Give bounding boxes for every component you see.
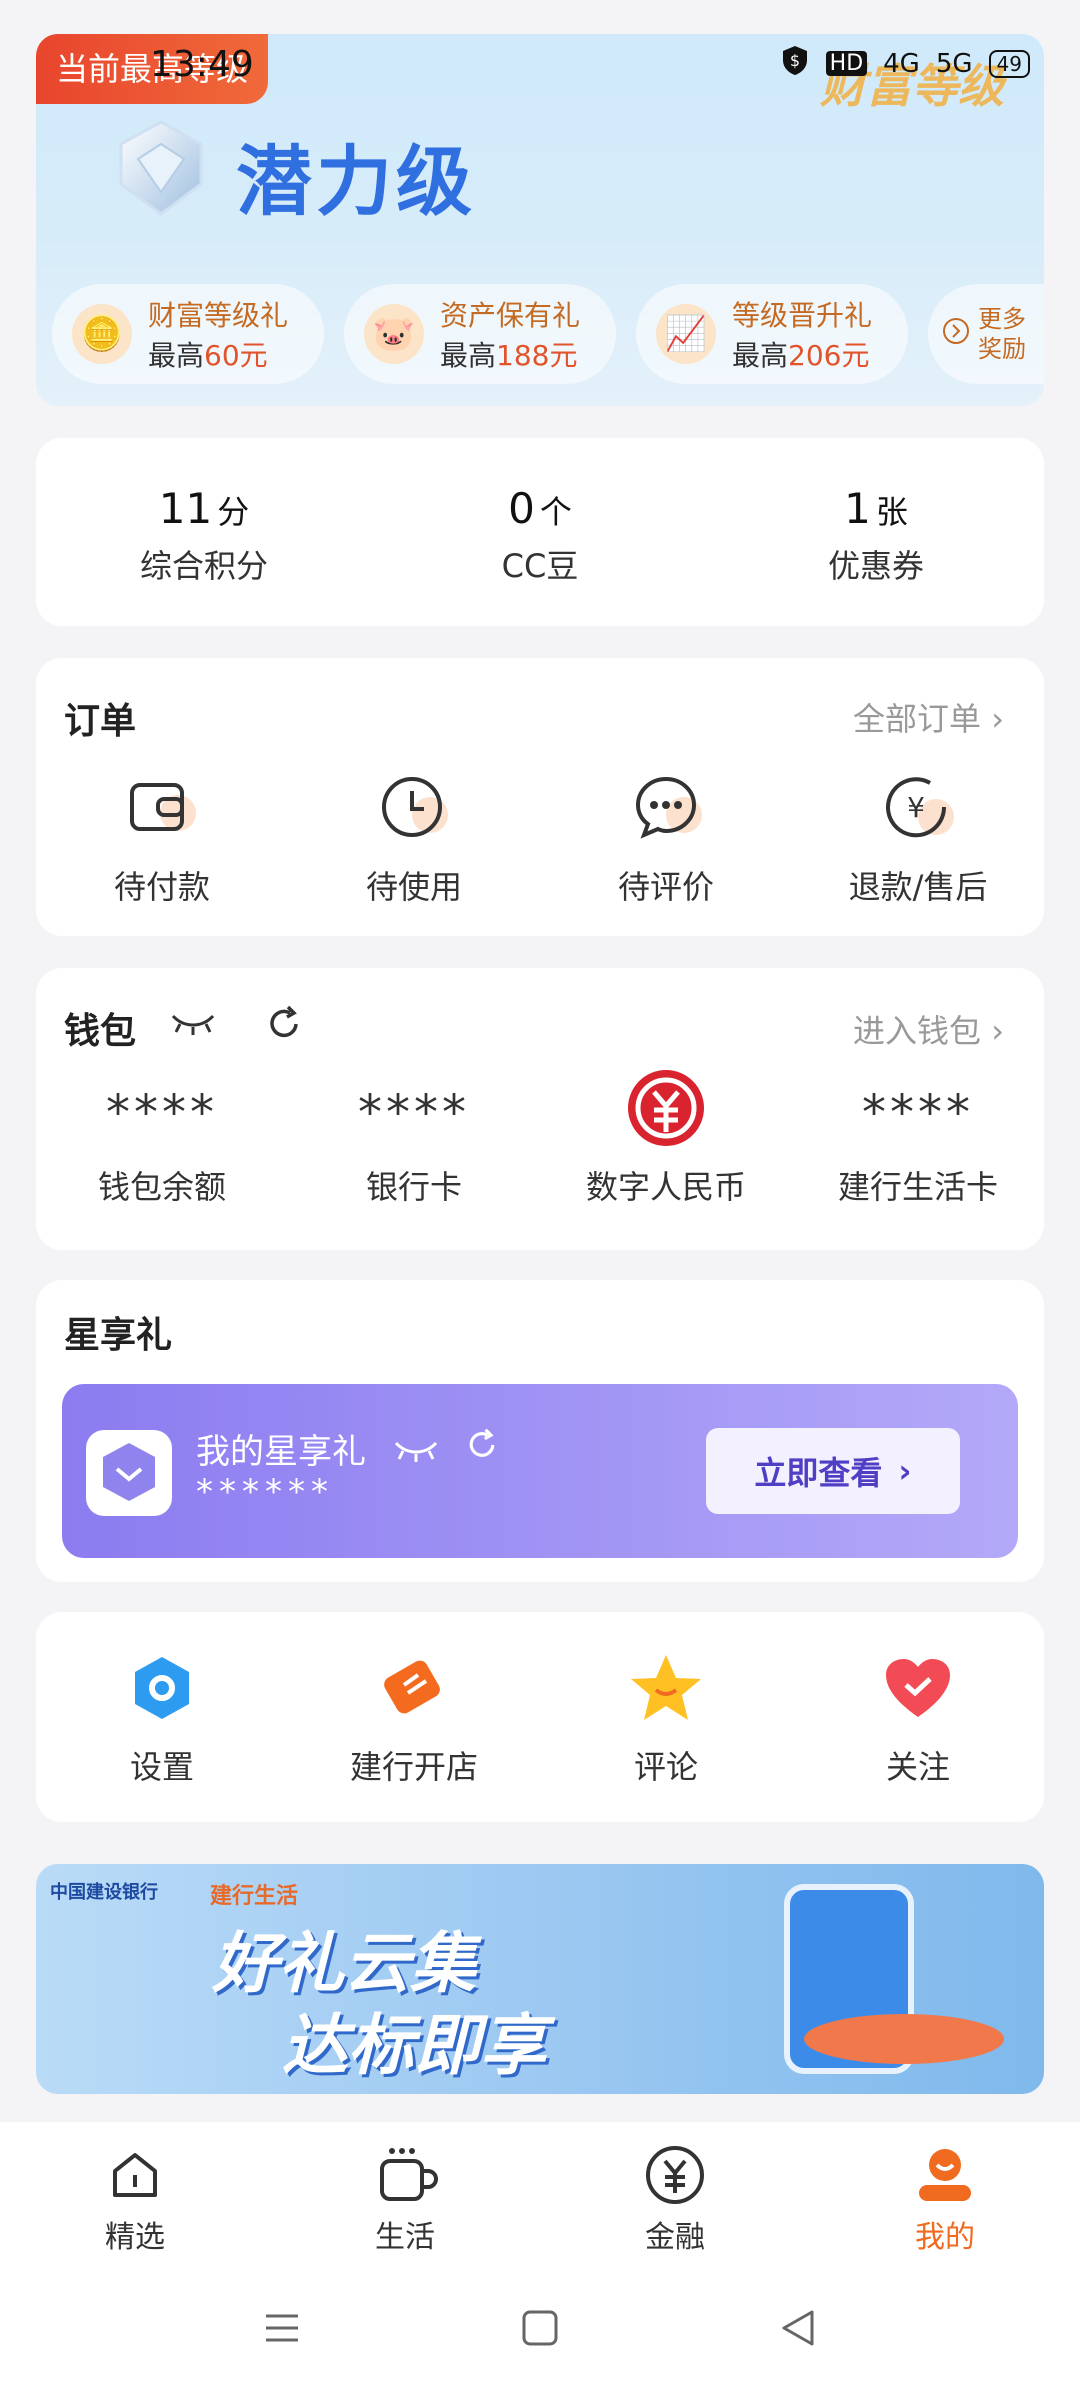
profile-icon [810, 2140, 1080, 2210]
signal-4g: 4G [883, 48, 920, 79]
points-item[interactable]: 11 分 综合积分 [36, 438, 372, 626]
banner-headline-2: 达标即享 [282, 2007, 546, 2084]
perk-amount: 最高188元 [440, 339, 578, 372]
battery-icon: 49 [988, 49, 1030, 78]
svg-text:$: $ [790, 51, 800, 70]
ccb-life-logo-text: 建行生活 [210, 1884, 299, 1909]
play-circle-icon [942, 317, 970, 352]
back-icon[interactable] [778, 2308, 818, 2352]
eye-closed-icon[interactable] [393, 1432, 450, 1472]
chat-icon [540, 768, 792, 848]
points-item[interactable]: 0 个 CC豆 [372, 438, 708, 626]
comment-entry[interactable]: 评论 [540, 1648, 792, 1788]
piggy-bank-icon: 🐷 [364, 304, 424, 364]
perk-item[interactable]: 🐷 资产保有礼 最高188元 [344, 284, 616, 384]
open-shop-entry[interactable]: 建行开店 [288, 1648, 540, 1788]
chevron-right-icon: › [991, 700, 1004, 738]
hd-icon: HD [825, 51, 868, 76]
settings-icon [36, 1648, 288, 1728]
points-item[interactable]: 1 张 优惠券 [708, 438, 1044, 626]
star-icon [540, 1648, 792, 1728]
orders-title: 订单 [64, 701, 137, 742]
perk-title: 资产保有礼 [440, 299, 581, 332]
order-pending-payment[interactable]: 待付款 [36, 768, 288, 908]
chevron-right-icon: › [991, 1012, 1004, 1050]
bottom-tab-bar: 精选 生活 金融 我的 [0, 2122, 1080, 2268]
home-square-icon[interactable] [520, 2308, 560, 2352]
level-title: 潜力级 [236, 137, 476, 226]
refresh-icon[interactable] [264, 1004, 304, 1048]
system-nav-bar [0, 2268, 1080, 2400]
order-to-use[interactable]: 待使用 [288, 768, 540, 908]
status-icons: $ HD 4G 5G 49 [780, 44, 1030, 83]
settings-entry[interactable]: 设置 [36, 1648, 288, 1788]
eye-closed-icon[interactable] [170, 1010, 216, 1040]
coins-icon: 🪙 [72, 304, 132, 364]
follow-entry[interactable]: 关注 [792, 1648, 1044, 1788]
ccb-life-card[interactable]: **** 建行生活卡 [792, 1068, 1044, 1208]
badge-icon [86, 1430, 172, 1516]
tab-mine[interactable]: 我的 [810, 2122, 1080, 2268]
wallet-balance[interactable]: **** 钱包余额 [36, 1068, 288, 1208]
order-refund[interactable]: ¥ 退款/售后 [792, 768, 1044, 908]
perk-title: 财富等级礼 [148, 299, 289, 332]
shield-status-icon: $ [780, 44, 810, 83]
menu-icon[interactable] [262, 2308, 302, 2352]
my-star-gift-banner[interactable]: 我的星享礼 ****** 立即查看 › [62, 1384, 1018, 1558]
home-icon [0, 2140, 270, 2210]
tab-featured[interactable]: 精选 [0, 2122, 270, 2268]
heart-icon [792, 1648, 1044, 1728]
view-now-button[interactable]: 立即查看 › [706, 1428, 960, 1514]
wallet-icon [36, 768, 288, 848]
perk-title: 等级晋升礼 [732, 299, 873, 332]
digital-rmb[interactable]: 数字人民币 [540, 1068, 792, 1208]
bank-card[interactable]: **** 银行卡 [288, 1068, 540, 1208]
diamond-icon [106, 114, 216, 224]
perk-item[interactable]: 🪙 财富等级礼 最高60元 [52, 284, 324, 384]
enter-wallet-link[interactable]: 进入钱包 › [853, 1006, 1004, 1052]
signal-5g: 5G [935, 48, 973, 79]
wallet-title: 钱包 [64, 1011, 137, 1052]
clock-icon [288, 768, 540, 848]
points-card: 11 分 综合积分 0 个 CC豆 1 张 优惠券 [36, 438, 1044, 626]
all-orders-link[interactable]: 全部订单 › [853, 694, 1004, 740]
chevron-right-icon: › [898, 1452, 912, 1490]
tools-card: 设置 建行开店 评论 关注 [36, 1612, 1044, 1822]
refund-icon: ¥ [792, 768, 1044, 848]
order-to-review[interactable]: 待评价 [540, 768, 792, 908]
star-gift-card: 星享礼 我的星享礼 ****** 立即查看 › [36, 1280, 1044, 1582]
star-gift-card-title: 我的星享礼 [196, 1424, 500, 1473]
shop-icon [288, 1648, 540, 1728]
orders-card: 订单 全部订单 › 待付款 待使用 待评价 ¥ 退款/售后 [36, 658, 1044, 936]
tab-life[interactable]: 生活 [270, 2122, 540, 2268]
perk-item[interactable]: 📈 等级晋升礼 最高206元 [636, 284, 908, 384]
cup-icon [270, 2140, 540, 2210]
tab-finance[interactable]: 金融 [540, 2122, 810, 2268]
gift-illustration [804, 2014, 1004, 2064]
digital-rmb-icon [540, 1068, 792, 1148]
svg-text:¥: ¥ [907, 791, 925, 824]
yen-icon [540, 2140, 810, 2210]
wallet-card: 钱包 进入钱包 › **** 钱包余额 **** 银行卡 数字人民币 **** … [36, 968, 1044, 1250]
star-gift-title: 星享礼 [64, 1315, 173, 1356]
refresh-icon[interactable] [464, 1428, 500, 1472]
masked-value: ****** [196, 1472, 334, 1512]
ccb-logo-text: 中国建设银行 [50, 1882, 158, 1903]
status-time: 13:49 [150, 44, 254, 85]
more-rewards-button[interactable]: 更多 奖励 [928, 284, 1044, 384]
promo-banner[interactable]: 中国建设银行 建行生活 好礼云集 达标即享 [36, 1864, 1044, 2094]
growth-icon: 📈 [656, 304, 716, 364]
perk-list: 🪙 财富等级礼 最高60元 🐷 资产保有礼 最高188元 📈 等级晋升礼 最高2… [52, 284, 1044, 384]
perk-amount: 最高60元 [148, 339, 268, 372]
perk-amount: 最高206元 [732, 339, 870, 372]
